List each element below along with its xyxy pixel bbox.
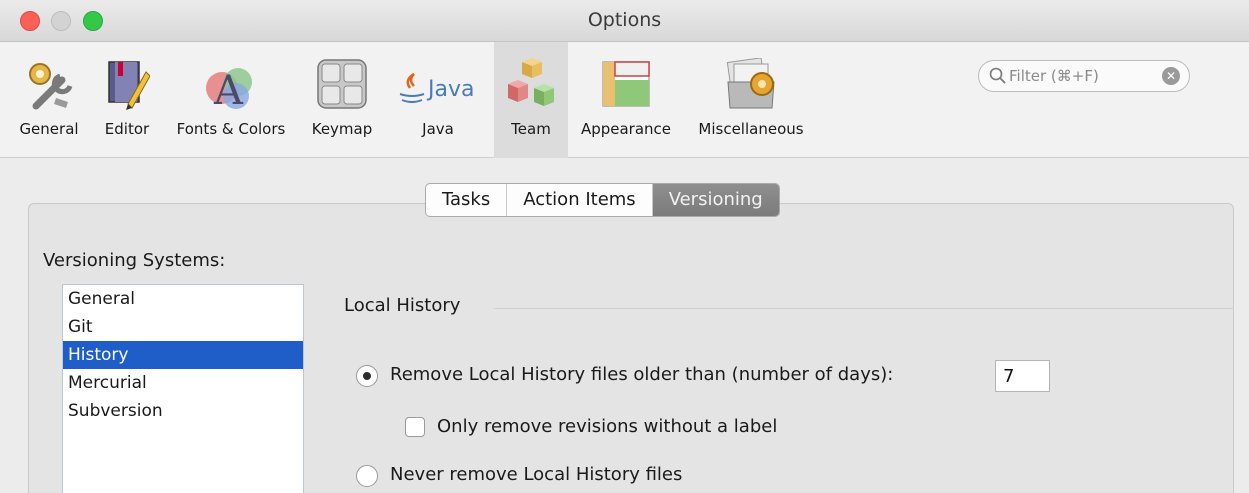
font-palette-icon: A bbox=[202, 58, 260, 114]
toolbar-fonts-colors[interactable]: A Fonts & Colors bbox=[166, 42, 296, 158]
toolbar-label: Keymap bbox=[311, 120, 373, 138]
toolbar-keymap[interactable]: Keymap bbox=[304, 42, 380, 158]
toolbar-label: Editor bbox=[104, 120, 150, 138]
blocks-icon bbox=[506, 58, 556, 116]
never-remove-radio[interactable] bbox=[356, 465, 378, 487]
toolbar-label: Team bbox=[511, 120, 551, 138]
filter-search-field[interactable]: ✕ bbox=[978, 60, 1190, 92]
keyboard-icon bbox=[316, 58, 368, 114]
list-item[interactable]: Subversion bbox=[63, 397, 303, 425]
list-item[interactable]: Mercurial bbox=[63, 369, 303, 397]
versioning-systems-list[interactable]: General Git History Mercurial Subversion bbox=[62, 284, 304, 493]
only-unlabeled-checkbox[interactable] bbox=[405, 417, 425, 437]
toolbar-general[interactable]: General bbox=[10, 42, 88, 158]
notebook-pencil-icon bbox=[104, 58, 151, 114]
options-toolbar: General Editor A Fonts & Colors Keymap J… bbox=[0, 42, 1249, 158]
window-title: Options bbox=[587, 9, 662, 31]
toolbar-miscellaneous[interactable]: Miscellaneous bbox=[686, 42, 816, 158]
toolbar-label: Miscellaneous bbox=[698, 120, 804, 138]
title-bar: Options bbox=[0, 0, 1249, 42]
toolbar-editor[interactable]: Editor bbox=[96, 42, 158, 158]
layout-icon bbox=[601, 58, 651, 114]
search-icon bbox=[989, 67, 1007, 89]
folder-gear-icon bbox=[724, 57, 778, 114]
tab-action-items[interactable]: Action Items bbox=[507, 184, 653, 216]
filter-input[interactable] bbox=[1009, 65, 1159, 87]
list-item[interactable]: General bbox=[63, 285, 303, 313]
toolbar-label: Appearance bbox=[580, 120, 672, 138]
svg-text:A: A bbox=[213, 68, 244, 110]
toolbar-java[interactable]: Java Java bbox=[388, 42, 488, 158]
team-tabs: Tasks Action Items Versioning bbox=[425, 183, 780, 217]
tab-tasks[interactable]: Tasks bbox=[426, 184, 508, 216]
clear-filter-icon[interactable]: ✕ bbox=[1162, 67, 1180, 85]
toolbar-team[interactable]: Team bbox=[494, 42, 568, 158]
list-item[interactable]: Git bbox=[63, 313, 303, 341]
list-item[interactable]: History bbox=[63, 341, 303, 369]
remove-older-radio[interactable] bbox=[356, 365, 378, 387]
days-input[interactable] bbox=[995, 360, 1050, 392]
toolbar-appearance[interactable]: Appearance bbox=[574, 42, 678, 158]
never-remove-label: Never remove Local History files bbox=[390, 464, 683, 485]
toolbar-label: General bbox=[19, 120, 79, 138]
java-logo-icon: Java bbox=[392, 66, 484, 110]
section-divider bbox=[494, 308, 1234, 309]
tab-versioning[interactable]: Versioning bbox=[652, 184, 779, 216]
gear-wrench-icon bbox=[22, 58, 76, 114]
local-history-title: Local History bbox=[344, 295, 461, 316]
only-unlabeled-label: Only remove revisions without a label bbox=[437, 416, 778, 437]
toolbar-label: Fonts & Colors bbox=[176, 120, 286, 138]
java-logo-text: Java bbox=[426, 77, 474, 102]
toolbar-label: Java bbox=[422, 120, 454, 138]
remove-older-label: Remove Local History files older than (n… bbox=[390, 364, 894, 385]
versioning-systems-label: Versioning Systems: bbox=[43, 250, 226, 271]
